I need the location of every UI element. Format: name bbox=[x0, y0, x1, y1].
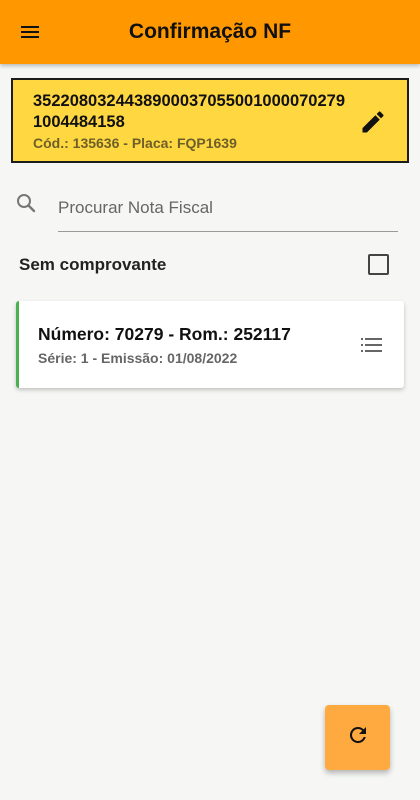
invoice-title: Número: 70279 - Rom.: 252117 bbox=[38, 324, 291, 344]
nf-header-subtitle: Cód.: 135636 - Placa: FQP1639 bbox=[33, 135, 237, 151]
refresh-button[interactable] bbox=[325, 705, 390, 770]
invoice-subtitle: Série: 1 - Emissão: 01/08/2022 bbox=[38, 350, 238, 366]
refresh-icon bbox=[346, 723, 370, 752]
list-item[interactable]: Número: 70279 - Rom.: 252117 Série: 1 - … bbox=[16, 301, 404, 388]
app-bar: Confirmação NF bbox=[0, 0, 420, 64]
search-icon bbox=[14, 191, 38, 215]
search-input[interactable] bbox=[58, 184, 398, 232]
filter-label: Sem comprovante bbox=[19, 255, 167, 274]
nf-header-card: 3522080324438900037055001000070279100448… bbox=[11, 78, 409, 163]
page-title: Confirmação NF bbox=[128, 20, 292, 43]
sem-comprovante-checkbox[interactable] bbox=[368, 254, 389, 275]
edit-icon[interactable] bbox=[359, 108, 387, 136]
list-icon[interactable] bbox=[360, 334, 384, 356]
nf-access-key: 3522080324438900037055001000070279100448… bbox=[33, 92, 346, 131]
